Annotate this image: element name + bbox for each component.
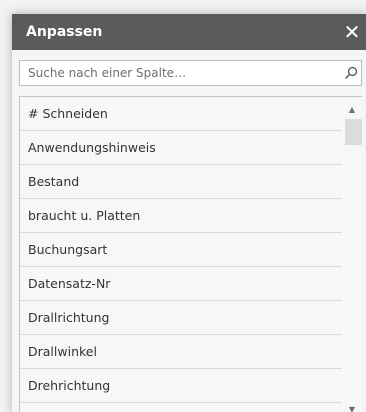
- scrollbar-thumb[interactable]: [345, 119, 362, 145]
- list-item[interactable]: Anwendungshinweis: [20, 131, 343, 165]
- list-item[interactable]: Bestand: [20, 165, 343, 199]
- search-input[interactable]: [20, 61, 338, 85]
- vertical-scrollbar[interactable]: ▲ ▼: [342, 97, 362, 412]
- list-item[interactable]: Buchungsart: [20, 233, 343, 267]
- column-list: # Schneiden Anwendungshinweis Bestand br…: [19, 96, 362, 412]
- scroll-up-icon[interactable]: ▲: [342, 101, 362, 119]
- list-item[interactable]: # Schneiden: [20, 97, 343, 131]
- scroll-down-icon[interactable]: ▼: [342, 401, 362, 412]
- column-list-items: # Schneiden Anwendungshinweis Bestand br…: [20, 97, 343, 412]
- list-item[interactable]: Drehrichtung: [20, 369, 343, 403]
- list-item[interactable]: Datensatz-Nr: [20, 267, 343, 301]
- search-box: [19, 60, 362, 86]
- list-item[interactable]: braucht u. Platten: [20, 199, 343, 233]
- panel-title: Anpassen: [26, 24, 103, 40]
- search-icon[interactable]: [343, 65, 359, 81]
- panel-titlebar: Anpassen ✕: [12, 14, 366, 50]
- close-icon[interactable]: ✕: [338, 14, 366, 50]
- customize-panel: Anpassen ✕ # Schneiden Anwendungshinweis…: [12, 14, 366, 412]
- list-item[interactable]: Drallwinkel: [20, 335, 343, 369]
- list-item[interactable]: Drallrichtung: [20, 301, 343, 335]
